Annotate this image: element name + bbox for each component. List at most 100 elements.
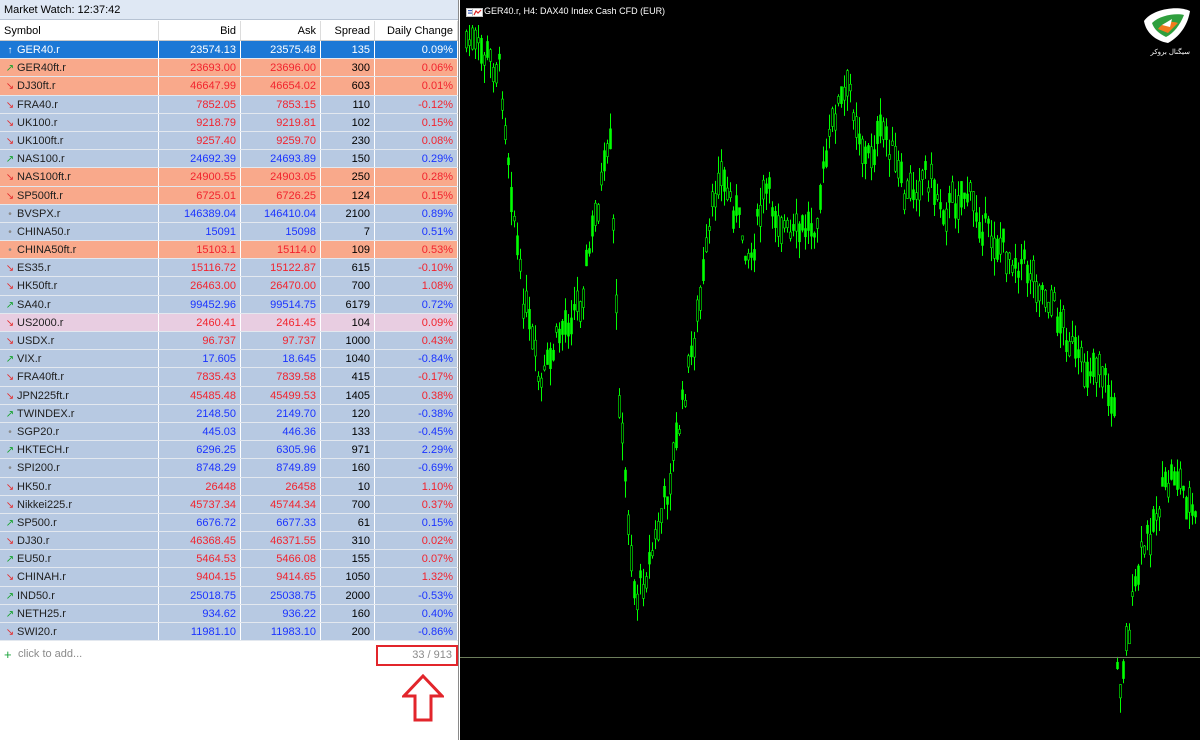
symbol-row[interactable]: ↘ NAS100ft.r 24900.55 24903.05 250 0.28% <box>0 168 458 187</box>
candle-body <box>1023 249 1026 260</box>
symbol-cell: ↘ DJ30.r <box>0 532 159 550</box>
candle-body <box>1143 545 1146 555</box>
symbol-name: USDX.r <box>17 335 55 347</box>
symbol-row[interactable]: • CHINA50.r 15091 15098 7 0.51% <box>0 222 458 242</box>
symbol-row[interactable]: ↗ HKTECH.r 6296.25 6305.96 971 2.29% <box>0 441 458 460</box>
candle-body <box>747 253 750 261</box>
candle-body <box>501 98 504 111</box>
symbol-row[interactable]: • SGP20.r 445.03 446.36 133 -0.45% <box>0 422 458 442</box>
ask-cell: 9414.65 <box>241 568 321 586</box>
symbol-name: BVSPX.r <box>17 207 61 220</box>
column-header-daily-change[interactable]: Daily Change <box>375 21 458 40</box>
spread-cell: 155 <box>321 550 375 568</box>
trend-arrow-icon: ↘ <box>5 317 15 329</box>
symbol-row[interactable]: ↘ UK100ft.r 9257.40 9259.70 230 0.08% <box>0 131 458 151</box>
candle-body <box>603 150 606 172</box>
symbol-row[interactable]: • CHINA50ft.r 15103.1 15114.0 109 0.53% <box>0 241 458 260</box>
candle-body <box>672 442 675 461</box>
symbol-row[interactable]: ↗ SA40.r 99452.96 99514.75 6179 0.72% <box>0 295 458 314</box>
trend-arrow-icon: ↘ <box>5 336 15 347</box>
candle-body <box>894 146 897 172</box>
symbol-row[interactable]: ↘ SWI20.r 11981.10 11983.10 200 -0.86% <box>0 623 458 642</box>
column-header-spread[interactable]: Spread <box>321 21 375 40</box>
price-chart[interactable]: GER40.r, H4: DAX40 Index Cash CFD (EUR) … <box>460 0 1200 740</box>
candle-body <box>615 294 618 314</box>
symbol-cell: ↗ NAS100.r <box>0 150 159 168</box>
candle-body <box>495 64 498 84</box>
symbol-row[interactable]: ↗ GER40ft.r 23693.00 23696.00 300 0.06% <box>0 59 458 78</box>
symbol-row[interactable]: ↗ TWINDEX.r 2148.50 2149.70 120 -0.38% <box>0 404 458 423</box>
candle-body <box>612 218 615 231</box>
candle-body <box>984 213 987 219</box>
symbol-row[interactable]: ↑ GER40.r 23574.13 23575.48 135 0.09% <box>0 41 458 60</box>
symbol-name: FRA40.r <box>17 98 58 111</box>
candle-body <box>825 150 828 167</box>
candle-body <box>1134 576 1137 587</box>
candle-body <box>819 185 822 210</box>
candle-body <box>1005 251 1008 275</box>
symbol-row[interactable]: ↗ NAS100.r 24692.39 24693.89 150 0.29% <box>0 150 458 169</box>
candle-body <box>1044 289 1047 308</box>
symbol-row[interactable]: ↘ HK50ft.r 26463.00 26470.00 700 1.08% <box>0 277 458 296</box>
symbol-row[interactable]: ↘ HK50.r 26448 26458 10 1.10% <box>0 477 458 496</box>
symbol-row[interactable]: ↘ Nikkei225.r 45737.34 45744.34 700 0.37% <box>0 495 458 514</box>
symbol-row[interactable]: ↗ EU50.r 5464.53 5466.08 155 0.07% <box>0 550 458 569</box>
symbol-row[interactable]: ↘ FRA40.r 7852.05 7853.15 110 -0.12% <box>0 95 458 114</box>
candle-body <box>810 223 813 237</box>
trend-arrow-icon: ↗ <box>5 608 15 620</box>
symbol-row[interactable]: ↘ US2000.r 2460.41 2461.45 104 0.09% <box>0 313 458 332</box>
symbol-cell: ↘ US2000.r <box>0 313 159 331</box>
trend-arrow-icon: ↘ <box>5 172 15 184</box>
symbol-cell: ↗ SA40.r <box>0 295 159 313</box>
add-symbol-label[interactable]: click to add... <box>18 646 82 663</box>
column-header-bid[interactable]: Bid <box>159 21 241 40</box>
candle-body <box>630 545 633 572</box>
symbol-row[interactable]: ↘ DJ30ft.r 46647.99 46654.02 603 0.01% <box>0 77 458 96</box>
symbol-row[interactable]: ↗ NETH25.r 934.62 936.22 160 0.40% <box>0 604 458 623</box>
trend-arrow-icon: ↘ <box>5 627 15 638</box>
daily-change-cell: 0.53% <box>375 241 458 259</box>
trend-arrow-icon: ↘ <box>5 390 15 402</box>
symbol-name: DJ30ft.r <box>17 80 56 93</box>
trend-arrow-icon: • <box>8 226 12 238</box>
candle-body <box>516 235 519 256</box>
bid-cell: 24692.39 <box>159 150 241 168</box>
column-header-ask[interactable]: Ask <box>241 21 321 40</box>
candle-body <box>1098 354 1101 376</box>
spread-cell: 120 <box>321 404 375 422</box>
column-header-symbol[interactable]: Symbol <box>0 21 159 40</box>
symbol-row[interactable]: ↘ JPN225ft.r 45485.48 45499.53 1405 0.38% <box>0 386 458 405</box>
symbol-row[interactable]: ↘ DJ30.r 46368.45 46371.55 310 0.02% <box>0 532 458 551</box>
symbol-cell: ↘ ES35.r <box>0 259 159 277</box>
symbol-row[interactable]: ↘ USDX.r 96.737 97.737 1000 0.43% <box>0 332 458 351</box>
symbol-row[interactable]: ↘ ES35.r 15116.72 15122.87 615 -0.10% <box>0 259 458 278</box>
symbol-row[interactable]: ↗ SP500.r 6676.72 6677.33 61 0.15% <box>0 513 458 533</box>
symbol-row[interactable]: ↘ FRA40ft.r 7835.43 7839.58 415 -0.17% <box>0 368 458 387</box>
spread-cell: 700 <box>321 495 375 513</box>
symbol-cell: ↗ IND50.r <box>0 586 159 604</box>
candle-body <box>741 235 744 241</box>
candle-body <box>1062 309 1065 328</box>
symbol-row[interactable]: ↗ IND50.r 25018.75 25038.75 2000 -0.53% <box>0 586 458 605</box>
candle-body <box>1092 352 1095 377</box>
symbol-row[interactable]: ↘ UK100.r 9218.79 9219.81 102 0.15% <box>0 113 458 132</box>
candle-body <box>576 290 579 312</box>
symbol-name: NAS100.r <box>17 153 65 166</box>
candle-body <box>972 191 975 212</box>
candle-body <box>945 208 948 232</box>
candle-body <box>1113 397 1116 417</box>
ask-cell: 6726.25 <box>241 186 321 204</box>
symbol-name: NAS100ft.r <box>17 171 71 184</box>
symbol-row[interactable]: ↘ SP500ft.r 6725.01 6726.25 124 0.15% <box>0 186 458 205</box>
candle-body <box>948 193 951 203</box>
symbol-row[interactable]: ↘ CHINAH.r 9404.15 9414.65 1050 1.32% <box>0 568 458 587</box>
symbol-row[interactable]: ↗ VIX.r 17.605 18.645 1040 -0.84% <box>0 350 458 369</box>
bid-cell: 9257.40 <box>159 131 241 150</box>
candle-body <box>891 140 894 146</box>
candle-body <box>783 220 786 229</box>
bid-cell: 11981.10 <box>159 623 241 641</box>
symbol-row[interactable]: • SPI200.r 8748.29 8749.89 160 -0.69% <box>0 459 458 478</box>
symbol-row[interactable]: • BVSPX.r 146389.04 146410.04 2100 0.89% <box>0 204 458 223</box>
candle-body <box>1017 270 1020 278</box>
candle-body <box>591 215 594 237</box>
